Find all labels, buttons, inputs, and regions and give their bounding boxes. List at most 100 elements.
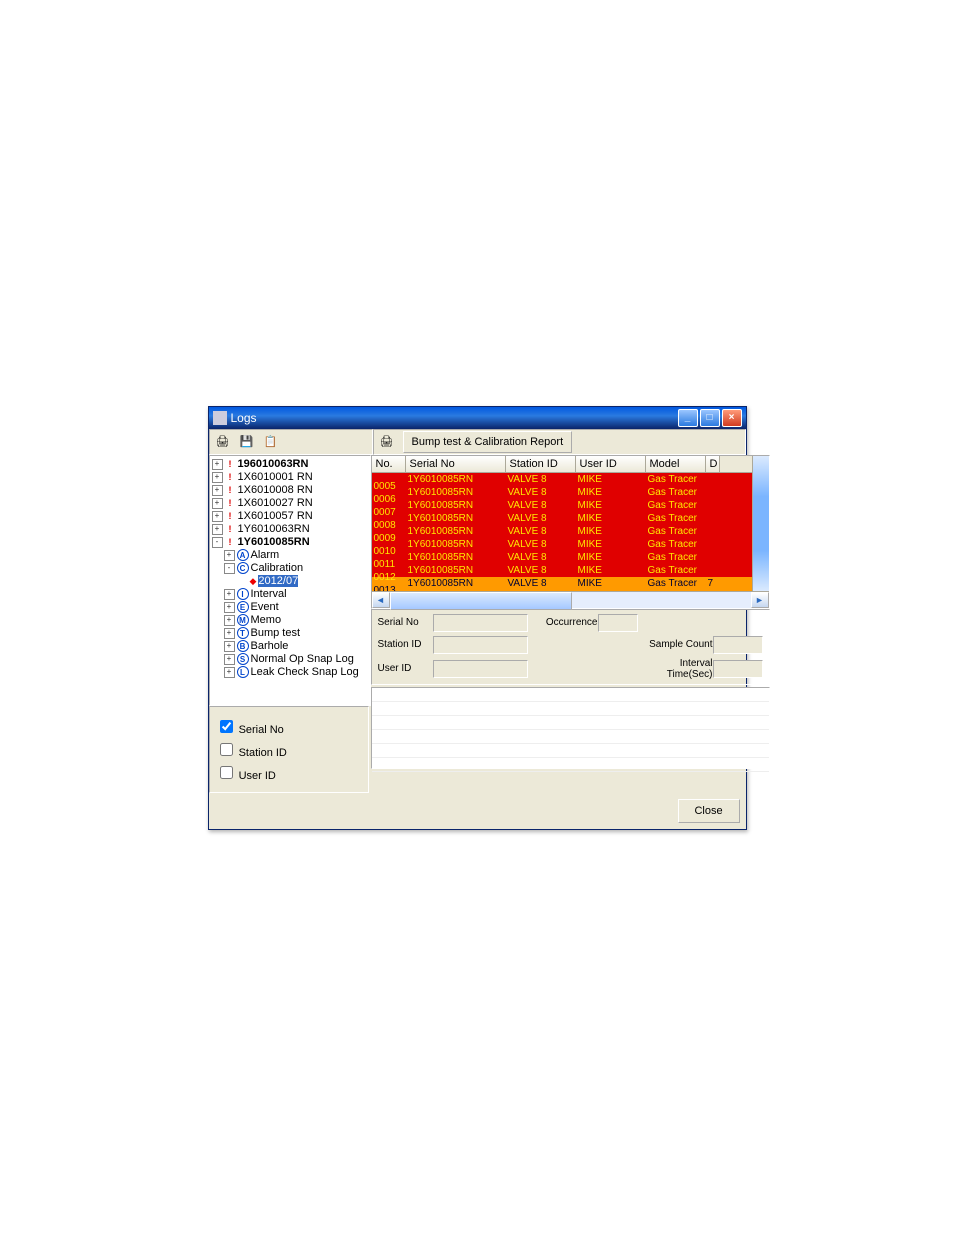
vertical-scrollbar[interactable] [752, 456, 769, 591]
row-status-icon [374, 532, 386, 543]
tree-item[interactable]: +SNormal Op Snap Log [210, 653, 370, 666]
table-row[interactable]: 00061Y6010085RNVALVE 8MIKEGas Tracer [372, 486, 752, 499]
data-grid[interactable] [371, 687, 770, 769]
clipboard-button[interactable]: 📋 [260, 431, 282, 453]
col-station-id[interactable]: Station ID [506, 456, 576, 472]
window-title: Logs [231, 411, 257, 425]
row-status-icon [374, 584, 386, 591]
detail-serial-no-value [433, 614, 528, 632]
detail-station-id-label: Station ID [378, 639, 433, 650]
tree-item[interactable]: +!1X6010008 RN [210, 484, 370, 497]
expand-icon[interactable]: - [212, 537, 223, 548]
device-icon: ! [225, 472, 236, 483]
col-serial-no[interactable]: Serial No [406, 456, 506, 472]
table-row[interactable]: 00111Y6010085RNVALVE 8MIKEGas Tracer [372, 551, 752, 564]
filter-user-id[interactable]: User ID [216, 763, 362, 782]
expand-icon[interactable]: + [212, 511, 223, 522]
expand-icon[interactable]: + [212, 472, 223, 483]
tree-item[interactable]: +!1X6010001 RN [210, 471, 370, 484]
expand-icon[interactable]: + [224, 641, 235, 652]
tree-item[interactable]: +!196010063RN [210, 458, 370, 471]
app-icon [213, 411, 227, 425]
tree-item[interactable]: +!1X6010027 RN [210, 497, 370, 510]
table-header[interactable]: No. Serial No Station ID User ID Model D [372, 456, 752, 473]
tree-item[interactable]: +LLeak Check Snap Log [210, 666, 370, 679]
expand-icon[interactable]: + [224, 589, 235, 600]
expand-icon[interactable]: + [212, 459, 223, 470]
expand-icon[interactable]: + [224, 602, 235, 613]
tree-item[interactable]: +TBump test [210, 627, 370, 640]
close-window-button[interactable]: × [722, 409, 742, 427]
table-body[interactable]: 00051Y6010085RNVALVE 8MIKEGas Tracer0006… [372, 473, 752, 591]
filter-station-id[interactable]: Station ID [216, 740, 362, 759]
category-icon: L [237, 666, 249, 678]
tree-item[interactable]: +!1Y6010063RN [210, 523, 370, 536]
tree-item[interactable]: -CCalibration [210, 562, 370, 575]
tree-item-label: Memo [251, 614, 282, 626]
expand-icon[interactable]: + [212, 524, 223, 535]
horizontal-scrollbar[interactable]: ◄ ► [372, 591, 769, 608]
table-row[interactable]: 00051Y6010085RNVALVE 8MIKEGas Tracer [372, 473, 752, 486]
table-row[interactable]: 00141Y6010085RNVALVE 8MIKEGas Tracer7 [372, 590, 752, 591]
tree-date-label: 2012/07 [258, 575, 298, 587]
tree-item[interactable]: -!1Y6010085RN [210, 536, 370, 549]
minimize-button[interactable]: _ [678, 409, 698, 427]
log-table[interactable]: No. Serial No Station ID User ID Model D… [371, 455, 770, 609]
col-date[interactable]: D [706, 456, 720, 472]
col-user-id[interactable]: User ID [576, 456, 646, 472]
tree-item-label: 1Y6010085RN [238, 536, 310, 548]
detail-sample-count-value [713, 636, 763, 654]
detail-interval-time-label: Interval Time(Sec) [638, 658, 713, 680]
tree-item[interactable]: +BBarhole [210, 640, 370, 653]
tree-item-label: 196010063RN [238, 458, 309, 470]
table-row[interactable]: 00101Y6010085RNVALVE 8MIKEGas Tracer [372, 538, 752, 551]
expand-icon[interactable]: + [224, 628, 235, 639]
scroll-thumb[interactable] [390, 592, 573, 610]
table-row[interactable]: 00121Y6010085RNVALVE 8MIKEGas Tracer [372, 564, 752, 577]
tree-item[interactable]: +!1X6010057 RN [210, 510, 370, 523]
expand-icon[interactable]: + [212, 498, 223, 509]
date-icon: ◆ [250, 576, 257, 587]
tree-item-label: 1X6010001 RN [238, 471, 313, 483]
scroll-left-button[interactable]: ◄ [372, 592, 390, 608]
tree-item[interactable]: +EEvent [210, 601, 370, 614]
detail-occurrence-label: Occurrence [528, 617, 598, 628]
table-row[interactable]: 00091Y6010085RNVALVE 8MIKEGas Tracer [372, 525, 752, 538]
bump-calibration-report-button[interactable]: Bump test & Calibration Report [403, 431, 573, 453]
expand-icon[interactable]: + [224, 654, 235, 665]
tree-item-label: 1X6010027 RN [238, 497, 313, 509]
expand-icon[interactable]: - [224, 563, 235, 574]
titlebar[interactable]: Logs _ □ × [209, 407, 746, 429]
row-status-icon [374, 558, 386, 569]
category-icon: A [237, 549, 249, 561]
table-row[interactable]: 00131Y6010085RNVALVE 8MIKEGas Tracer7 [372, 577, 752, 590]
table-row[interactable]: 00071Y6010085RNVALVE 8MIKEGas Tracer [372, 499, 752, 512]
tree-item[interactable]: +IInterval [210, 588, 370, 601]
scroll-right-button[interactable]: ► [751, 592, 769, 608]
expand-icon[interactable]: + [212, 485, 223, 496]
print-button[interactable]: 🖨 [212, 431, 234, 453]
detail-user-id-label: User ID [378, 663, 433, 674]
tree-date-item[interactable]: ◆2012/07 [210, 575, 370, 588]
report-print-button[interactable]: 🖨 [376, 431, 398, 453]
tree-item-label: 1X6010057 RN [238, 510, 313, 522]
row-status-icon [374, 493, 386, 504]
close-button[interactable]: Close [678, 799, 740, 823]
detail-station-id-value [433, 636, 528, 654]
expand-icon[interactable]: + [224, 550, 235, 561]
filter-serial-no[interactable]: Serial No [216, 717, 362, 736]
expand-icon[interactable]: + [224, 667, 235, 678]
category-icon: C [237, 562, 249, 574]
save-button[interactable]: 💾 [236, 431, 258, 453]
col-model[interactable]: Model [646, 456, 706, 472]
col-no[interactable]: No. [372, 456, 406, 472]
tree-item[interactable]: +AAlarm [210, 549, 370, 562]
tree-item-label: Bump test [251, 627, 301, 639]
row-status-icon [374, 480, 386, 491]
table-row[interactable]: 00081Y6010085RNVALVE 8MIKEGas Tracer [372, 512, 752, 525]
expand-icon[interactable]: + [224, 615, 235, 626]
device-tree[interactable]: +!196010063RN+!1X6010001 RN+!1X6010008 R… [209, 455, 371, 706]
tree-item[interactable]: +MMemo [210, 614, 370, 627]
tree-item-label: Alarm [251, 549, 280, 561]
maximize-button[interactable]: □ [700, 409, 720, 427]
